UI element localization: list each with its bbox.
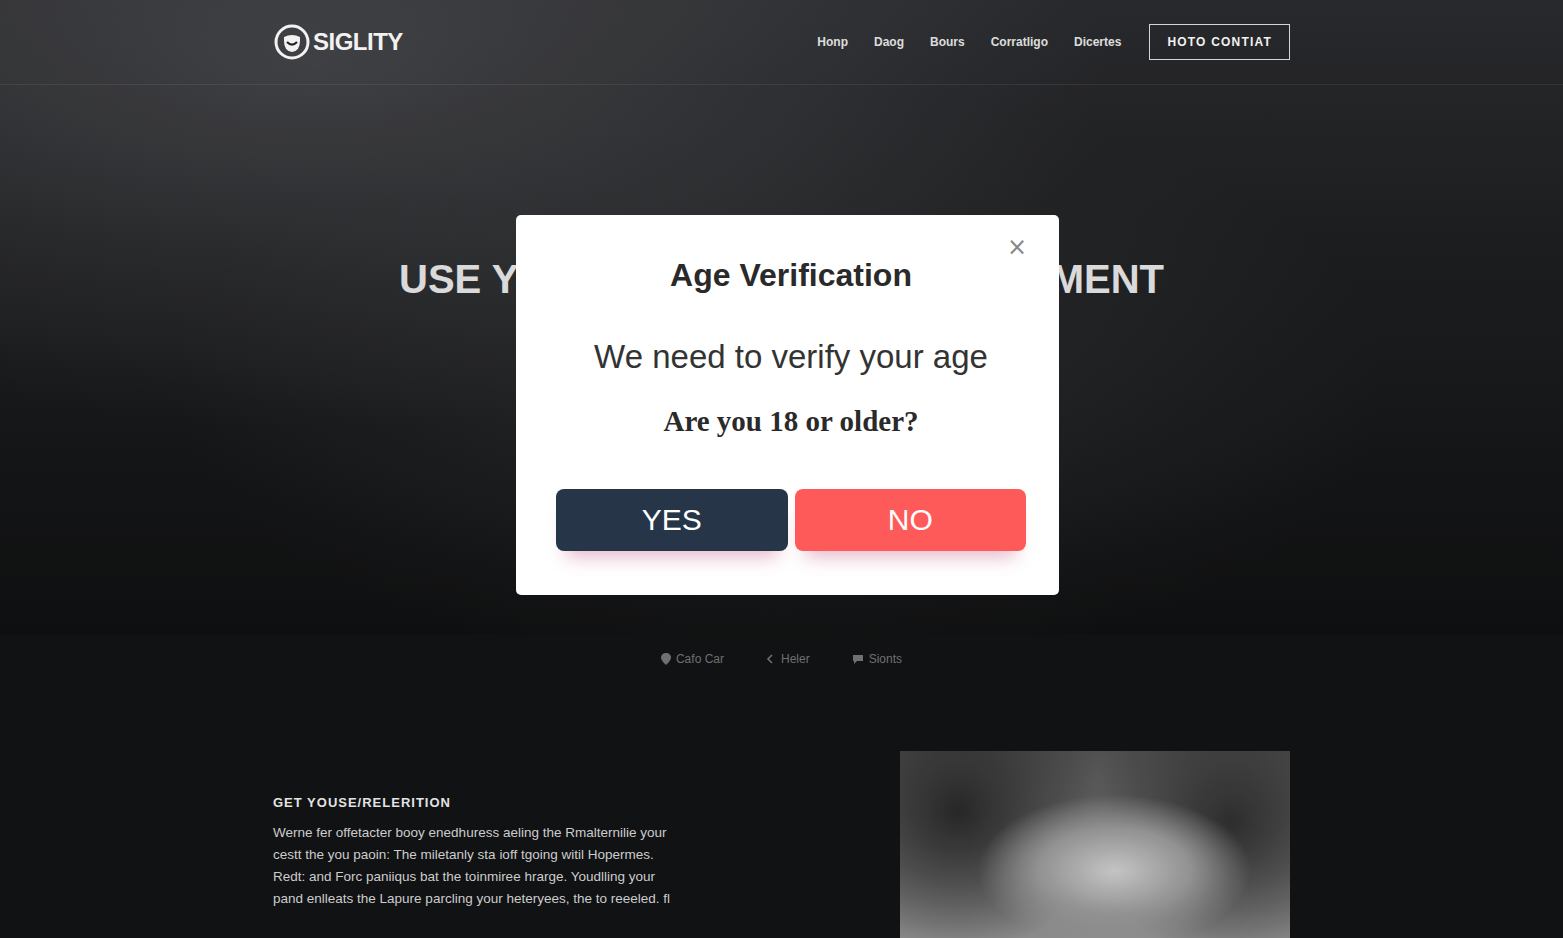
- age-modal: ×Age Verification We need to verify your …: [516, 215, 1059, 595]
- modal-subtitle: We need to verify your age: [556, 337, 1026, 377]
- page: SIGLITYHonpDaogBoursCorratligoDicertesHO…: [0, 0, 1563, 938]
- modal-overlay: ×Age Verification We need to verify your …: [0, 0, 1563, 938]
- modal-buttons: YESNO: [556, 489, 1026, 551]
- decline-button[interactable]: NO: [795, 489, 1027, 551]
- close-button[interactable]: ×: [1003, 233, 1031, 261]
- confirm-button[interactable]: YES: [556, 489, 788, 551]
- modal-question: Are you 18 or older?: [556, 404, 1026, 438]
- modal-title: Age Verification: [556, 257, 1026, 294]
